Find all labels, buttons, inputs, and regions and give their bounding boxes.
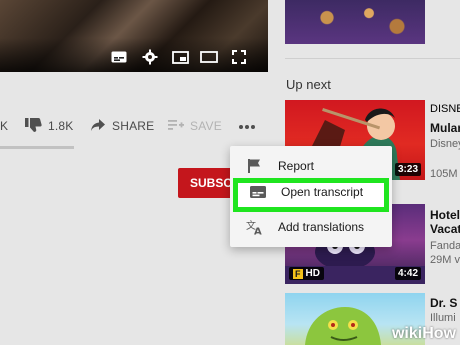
sentiment-bar	[0, 146, 74, 149]
thumbs-down-icon	[25, 117, 42, 136]
sidebar-divider	[285, 58, 460, 59]
video-title[interactable]: Dr. S	[430, 296, 460, 310]
more-actions-menu: Report Open transcript 文A Add translatio…	[230, 146, 392, 247]
share-arrow-icon	[90, 118, 106, 135]
video-title[interactable]: Mulan	[430, 121, 460, 135]
video-duration: 3:23	[394, 163, 421, 176]
menu-item-report[interactable]: Report	[230, 152, 392, 180]
menu-item-add-translations[interactable]: 文A Add translations	[230, 213, 392, 241]
dislike-button[interactable]: 1.8K	[25, 112, 74, 140]
dislike-count: 1.8K	[48, 119, 74, 133]
more-actions-button[interactable]	[238, 112, 256, 140]
save-button[interactable]: SAVE	[168, 112, 222, 140]
video-duration: 4:42	[394, 267, 421, 280]
hd-badge: F HD	[289, 267, 324, 280]
video-channel-prefix: DISNE	[430, 103, 460, 115]
video-views: 29M v	[430, 254, 460, 266]
more-horiz-icon	[238, 119, 256, 133]
fullscreen-icon[interactable]	[230, 48, 248, 66]
svg-text:A: A	[254, 227, 262, 236]
video-meta: Fanda	[430, 240, 460, 252]
video-meta: Disney	[430, 138, 460, 150]
video-meta: Illumi	[430, 312, 456, 324]
share-label: SHARE	[112, 119, 155, 133]
player-controls	[0, 38, 268, 72]
menu-item-open-transcript[interactable]: Open transcript	[233, 178, 389, 212]
fandango-logo-icon: F	[293, 268, 303, 279]
share-button[interactable]: SHARE	[90, 112, 154, 140]
video-action-bar: K 1.8K SHARE SAVE	[0, 112, 270, 140]
flag-icon	[246, 158, 264, 174]
wikihow-watermark: wikiHow	[391, 325, 456, 342]
add-to-playlist-icon	[168, 119, 184, 134]
gear-icon[interactable]	[141, 48, 159, 66]
up-next-heading: Up next	[286, 77, 331, 92]
video-player[interactable]	[0, 0, 268, 72]
like-count-partial[interactable]: K	[0, 112, 8, 140]
video-views: 105M	[430, 168, 458, 180]
translate-icon: 文A	[246, 219, 264, 238]
transcript-icon	[249, 184, 267, 200]
theater-icon[interactable]	[200, 48, 218, 66]
video-title-line2: Vacat	[430, 222, 460, 236]
save-label: SAVE	[190, 119, 222, 133]
video-thumbnail[interactable]	[285, 0, 425, 44]
video-title[interactable]: Hotel	[430, 208, 460, 222]
miniplayer-icon[interactable]	[171, 48, 189, 66]
subtitles-icon[interactable]	[110, 48, 128, 66]
